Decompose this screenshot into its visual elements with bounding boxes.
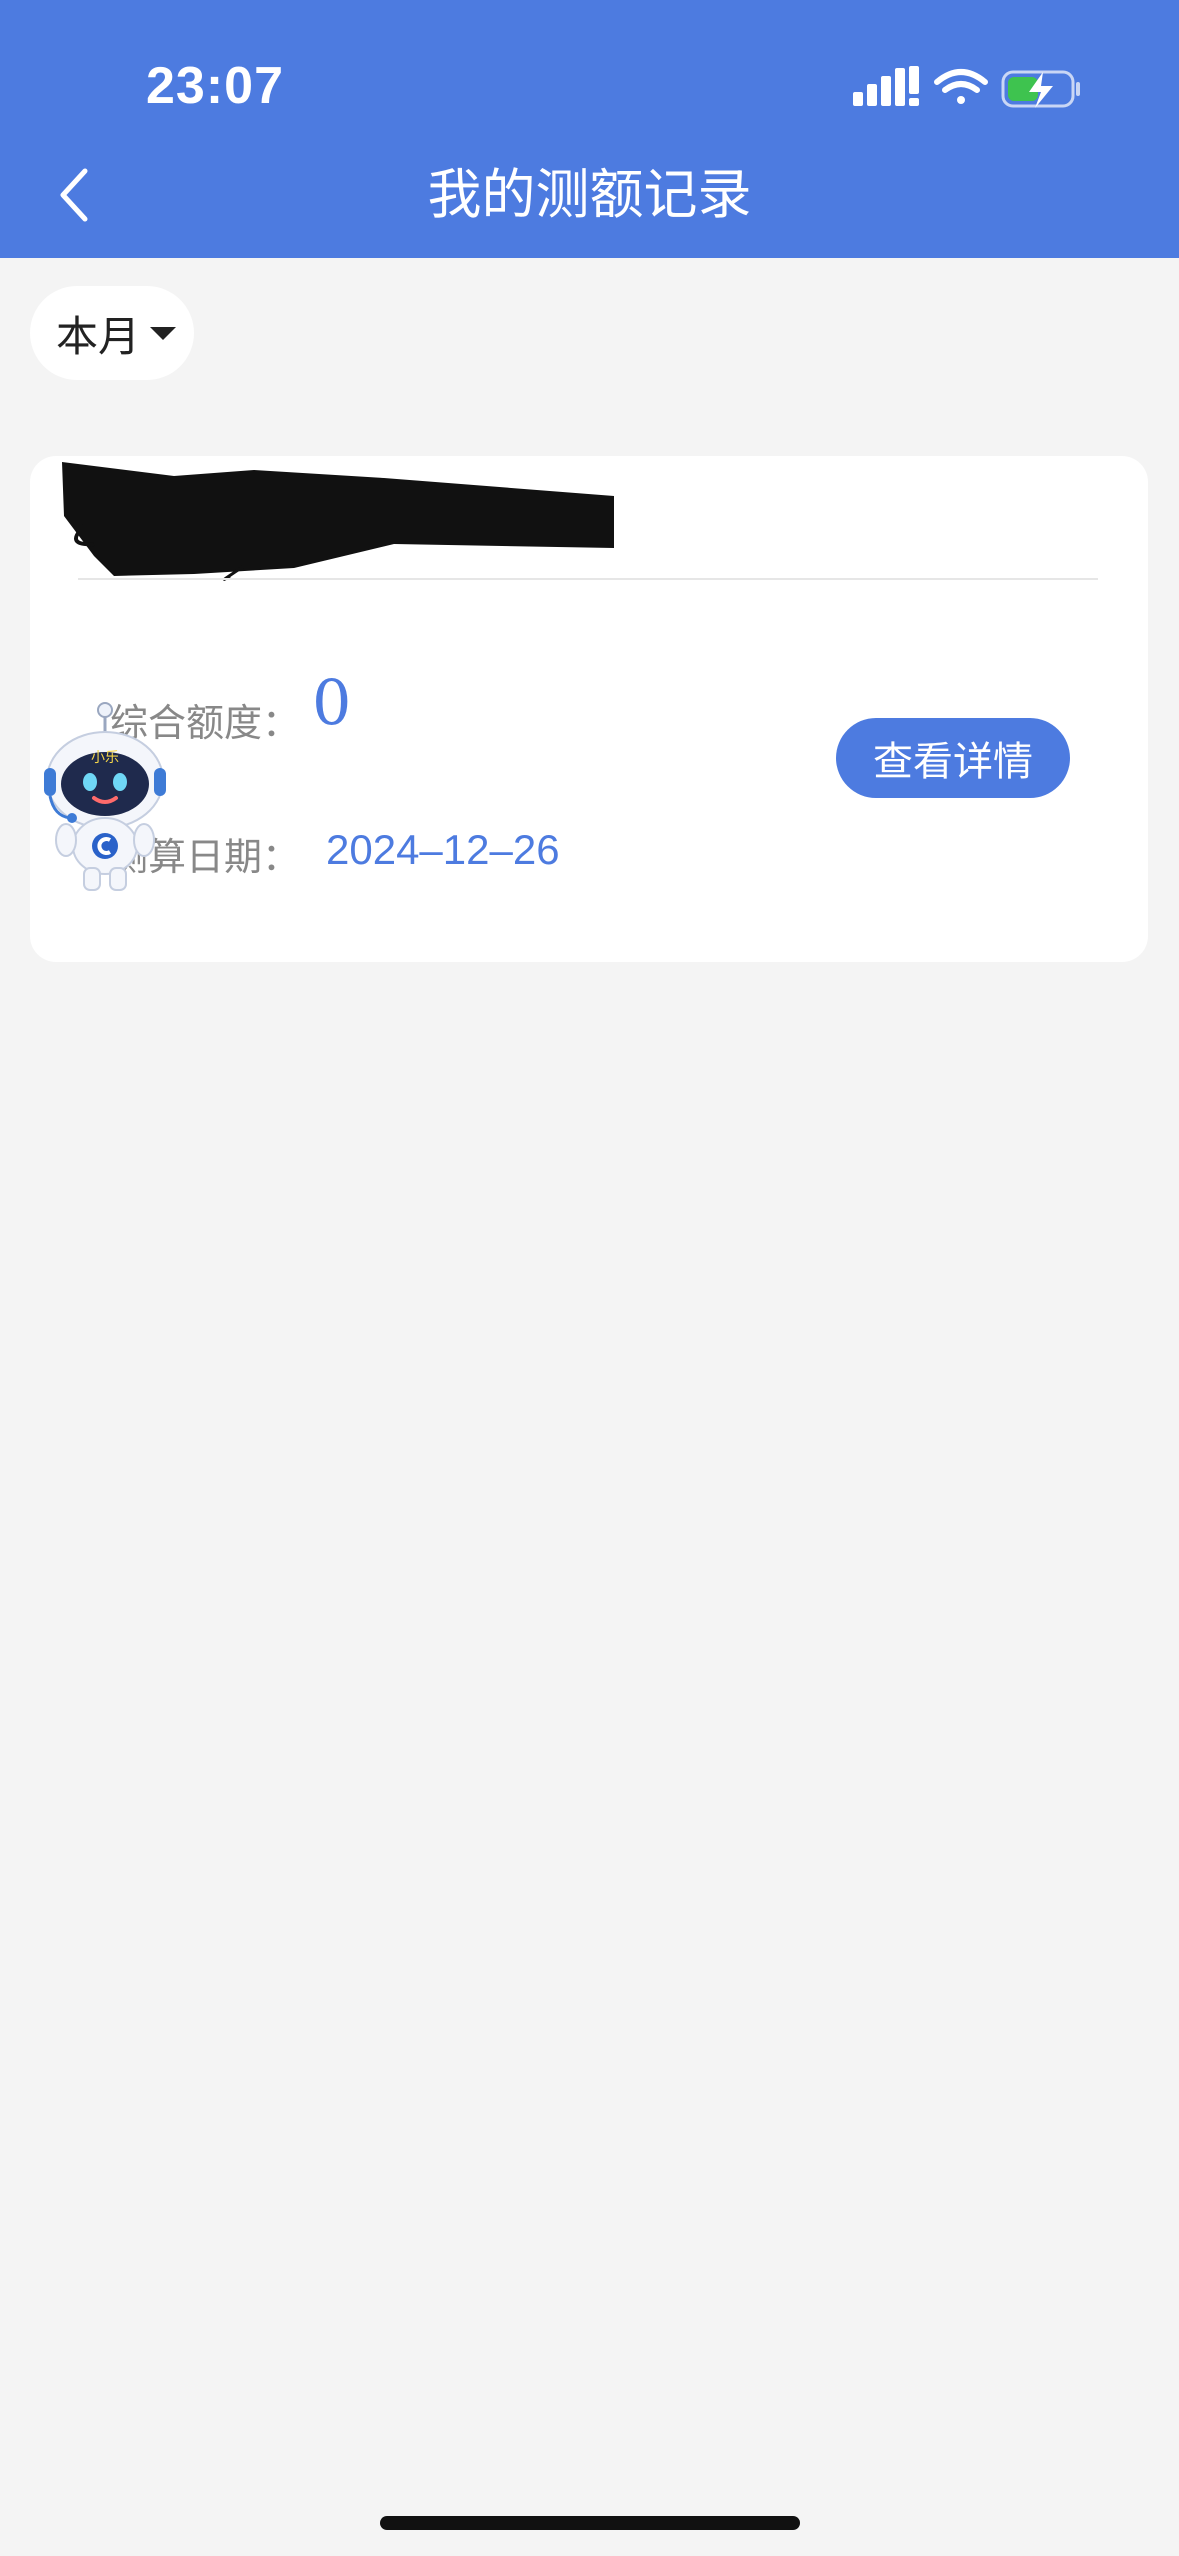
view-details-button[interactable]: 查看详情	[836, 718, 1070, 798]
amount-value: 0	[312, 666, 352, 739]
redacted-name-scribble	[62, 462, 614, 581]
card-divider	[78, 578, 1098, 580]
status-time: 23:07	[146, 57, 284, 115]
home-indicator[interactable]	[380, 2516, 800, 2530]
record-card: 综合额度： 0 测算日期： 2024–12–26 查看详情	[30, 456, 1148, 962]
filter-selected-label: 本月	[56, 311, 141, 361]
status-icons	[853, 66, 1080, 108]
robot-assistant-icon[interactable]: 小乐	[40, 700, 170, 894]
app-header: 23:07 我的测额记录	[0, 0, 1179, 258]
page-title: 我的测额记录	[427, 163, 752, 226]
caret-down-icon	[150, 326, 177, 340]
mascot-badge-text: 小乐	[91, 750, 119, 766]
cellular-signal-icon	[853, 66, 919, 106]
battery-charging-icon	[1001, 70, 1080, 108]
wifi-icon	[934, 69, 988, 104]
month-filter-dropdown[interactable]: 本月	[30, 286, 194, 380]
date-value: 2024–12–26	[326, 826, 560, 873]
